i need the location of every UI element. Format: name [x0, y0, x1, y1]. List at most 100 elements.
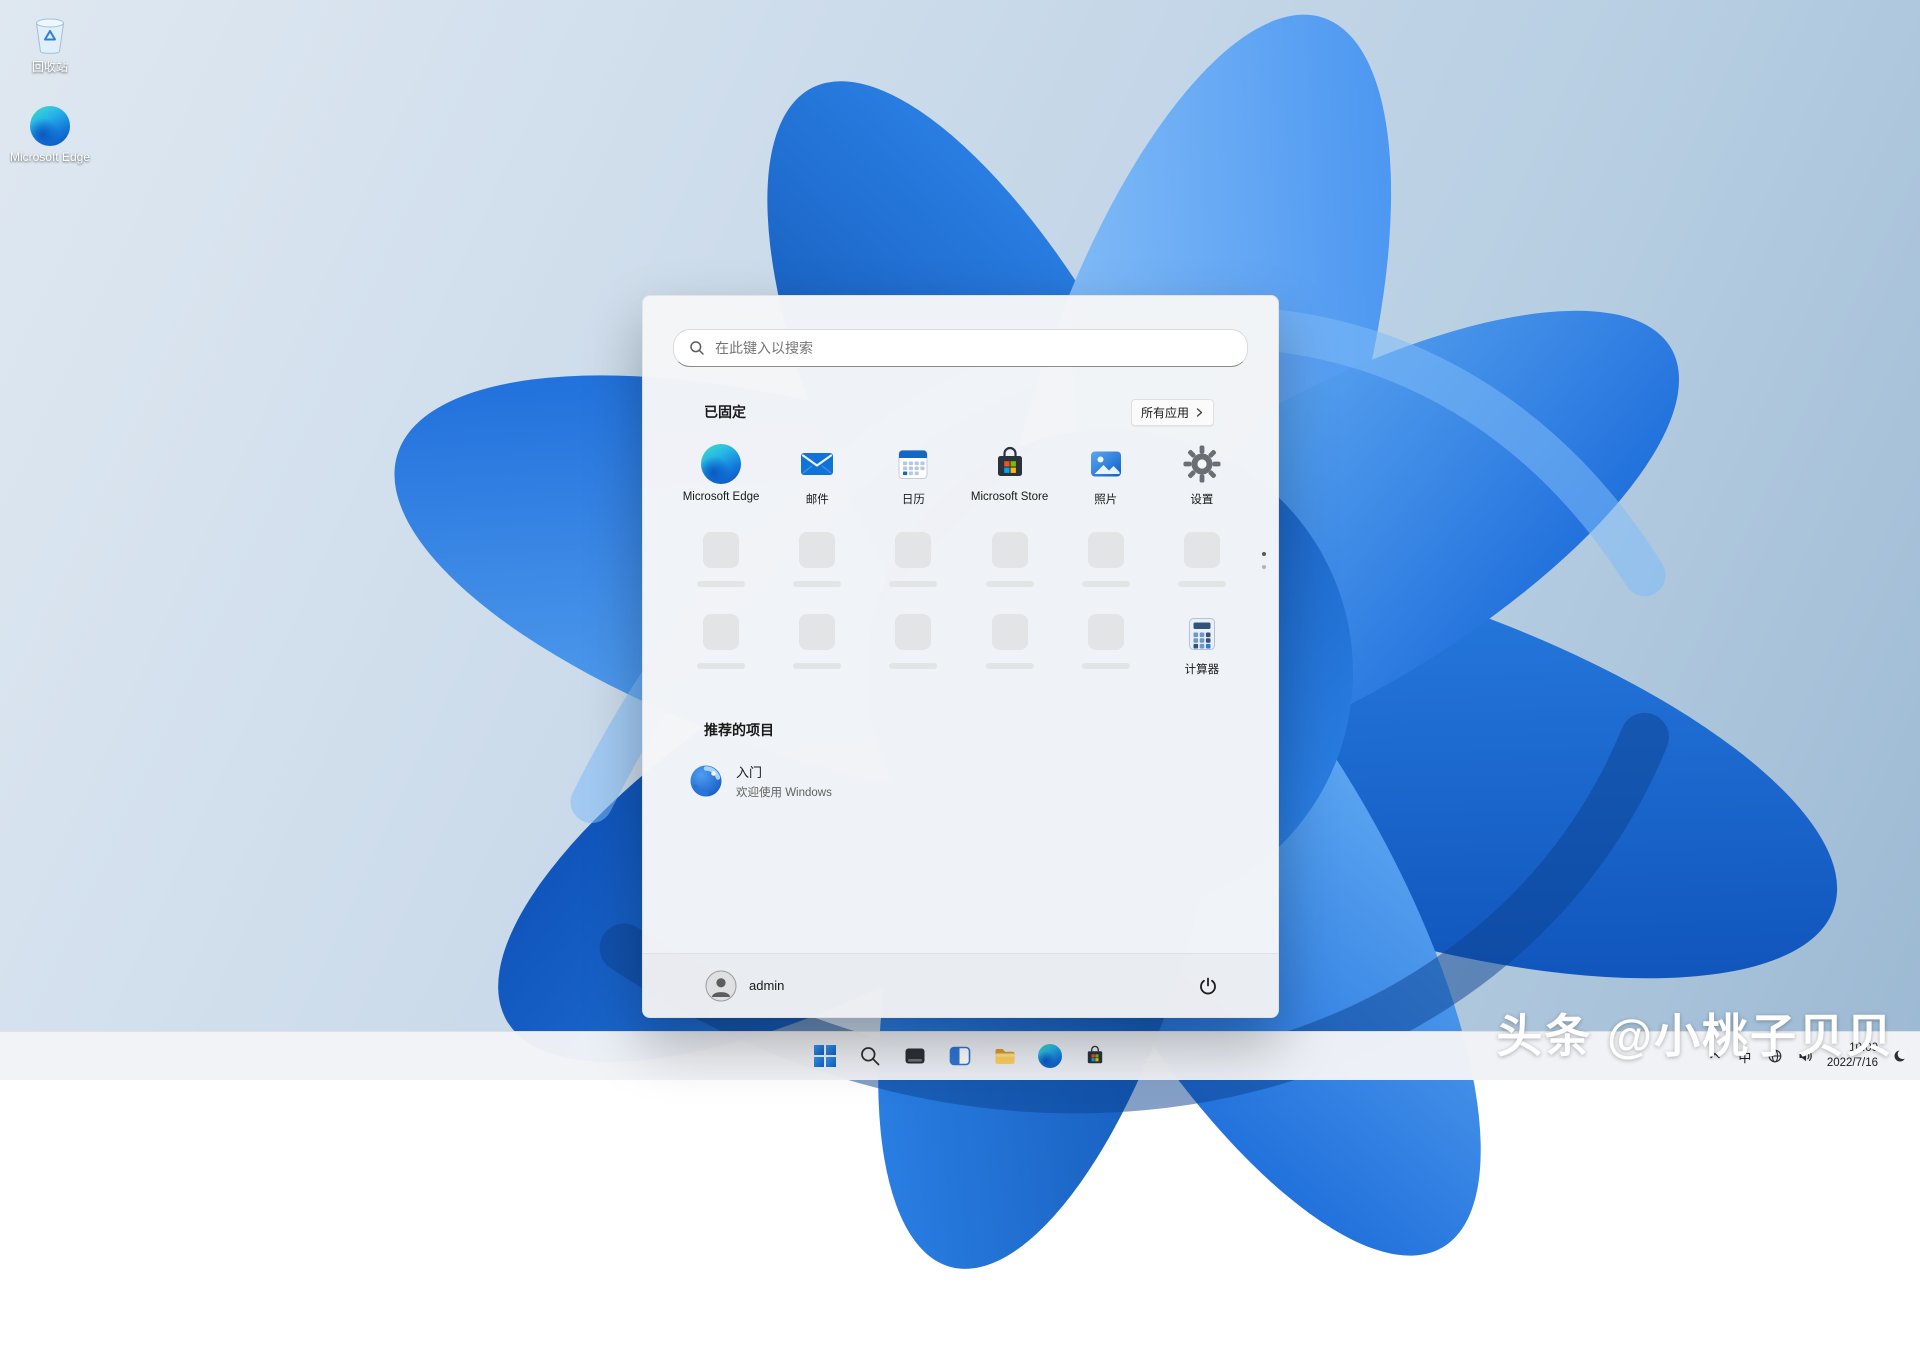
placeholder-tile [703, 614, 740, 650]
pinned-app-placeholder[interactable] [770, 528, 864, 591]
pinned-app-placeholder[interactable] [674, 528, 768, 591]
pinned-row-2 [673, 528, 1250, 591]
avatar-icon [705, 970, 737, 1001]
placeholder-label-bar [985, 581, 1034, 587]
pinned-app-placeholder[interactable] [1155, 528, 1249, 591]
task-view-icon [905, 1048, 925, 1064]
placeholder-label-bar [697, 581, 746, 587]
page-dot-active[interactable] [1262, 552, 1266, 556]
placeholder-tile [799, 532, 836, 568]
all-apps-button[interactable]: 所有应用 [1130, 399, 1214, 426]
recycle-bin-shortcut[interactable]: 回收站 [6, 12, 94, 75]
desktop-icon-label: Microsoft Edge [9, 150, 91, 164]
pinned-section-header: 已固定 所有应用 [704, 399, 1248, 426]
start-menu: 已固定 所有应用 Microsoft Edge 邮件 [642, 295, 1279, 1018]
get-started-icon [690, 765, 722, 797]
pinned-app-placeholder[interactable] [866, 528, 960, 591]
app-label: 日历 [901, 494, 925, 506]
placeholder-label-bar [1081, 581, 1130, 587]
recommended-header: 推荐的项目 [704, 722, 774, 738]
store-button[interactable] [1075, 1036, 1115, 1076]
widgets-button[interactable] [940, 1036, 980, 1076]
edge-icon [30, 106, 70, 146]
power-button[interactable] [1188, 966, 1228, 1006]
start-menu-footer: admin [643, 953, 1278, 1017]
placeholder-label-bar [697, 663, 746, 669]
app-label: Microsoft Edge [682, 491, 760, 503]
pinned-app-mail[interactable]: 邮件 [770, 440, 864, 511]
app-label: 邮件 [805, 494, 829, 506]
calendar-icon [898, 450, 928, 479]
file-explorer-button[interactable] [985, 1036, 1025, 1076]
desktop-icon-label: 回收站 [31, 60, 68, 74]
placeholder-tile [991, 614, 1028, 650]
page-dot[interactable] [1262, 565, 1266, 569]
folder-icon [995, 1049, 1015, 1064]
pinned-app-placeholder[interactable] [963, 610, 1057, 681]
app-label: 计算器 [1184, 664, 1220, 676]
pinned-app-store[interactable]: Microsoft Store [963, 440, 1057, 511]
placeholder-label-bar [793, 663, 842, 669]
app-label: 照片 [1094, 494, 1118, 506]
moon-icon [1894, 1049, 1908, 1062]
placeholder-tile [1087, 532, 1124, 568]
search-box[interactable] [673, 329, 1248, 367]
search-button[interactable] [850, 1036, 890, 1076]
app-label: 设置 [1190, 494, 1214, 506]
edge-icon [701, 444, 742, 484]
pinned-page-indicator[interactable] [1262, 552, 1266, 569]
pinned-app-placeholder[interactable] [770, 610, 864, 681]
edge-icon [1038, 1044, 1062, 1068]
pinned-app-calculator[interactable]: 计算器 [1155, 610, 1249, 681]
pinned-app-placeholder[interactable] [866, 610, 960, 681]
search-icon [690, 341, 704, 355]
all-apps-label: 所有应用 [1140, 406, 1189, 420]
placeholder-label-bar [1081, 663, 1130, 669]
recommended-item-text: 入门 欢迎使用 Windows [736, 762, 832, 800]
pinned-app-placeholder[interactable] [963, 528, 1057, 591]
placeholder-tile [895, 614, 932, 650]
power-icon [1200, 977, 1216, 994]
pinned-row-1: Microsoft Edge 邮件 日历 Microsoft Store 照片 … [673, 440, 1250, 511]
widgets-icon [949, 1046, 971, 1066]
pinned-app-placeholder[interactable] [1059, 610, 1153, 681]
recommended-item-subtitle: 欢迎使用 Windows [736, 787, 832, 799]
pinned-app-photos[interactable]: 照片 [1059, 440, 1153, 511]
user-name-label: admin [749, 978, 785, 993]
placeholder-label-bar [889, 581, 938, 587]
placeholder-tile [703, 532, 740, 568]
task-view-button[interactable] [895, 1036, 935, 1076]
search-input[interactable] [715, 340, 1232, 356]
mail-icon [801, 453, 834, 475]
photos-icon [1090, 451, 1121, 477]
placeholder-label-bar [793, 581, 842, 587]
recommended-item-title: 入门 [736, 765, 763, 780]
pinned-header-label: 已固定 [704, 404, 746, 420]
placeholder-tile [895, 532, 932, 568]
placeholder-label-bar [1177, 581, 1226, 587]
pinned-app-calendar[interactable]: 日历 [866, 440, 960, 511]
user-account-button[interactable]: admin [689, 964, 800, 1008]
placeholder-tile [1087, 614, 1124, 650]
app-label: Microsoft Store [970, 491, 1049, 503]
placeholder-label-bar [889, 663, 938, 669]
pinned-app-placeholder[interactable] [674, 610, 768, 681]
store-icon [1087, 1045, 1103, 1064]
placeholder-label-bar [985, 663, 1034, 669]
edge-shortcut[interactable]: Microsoft Edge [6, 106, 94, 165]
pinned-row-3: 计算器 [673, 610, 1250, 681]
pinned-app-settings[interactable]: 设置 [1155, 440, 1249, 511]
edge-button[interactable] [1030, 1036, 1070, 1076]
pinned-app-placeholder[interactable] [1059, 528, 1153, 591]
taskbar-center-icons [805, 1036, 1115, 1076]
placeholder-tile [991, 532, 1028, 568]
store-icon [997, 446, 1022, 476]
placeholder-tile [799, 614, 836, 650]
recommended-item-getting-started[interactable]: 入门 欢迎使用 Windows [673, 754, 983, 808]
settings-gear-icon [1183, 445, 1221, 483]
calculator-icon [1188, 618, 1215, 650]
start-button[interactable] [805, 1036, 845, 1076]
pinned-app-edge[interactable]: Microsoft Edge [674, 440, 768, 511]
windows-logo-icon [814, 1045, 836, 1067]
search-icon [861, 1047, 880, 1066]
